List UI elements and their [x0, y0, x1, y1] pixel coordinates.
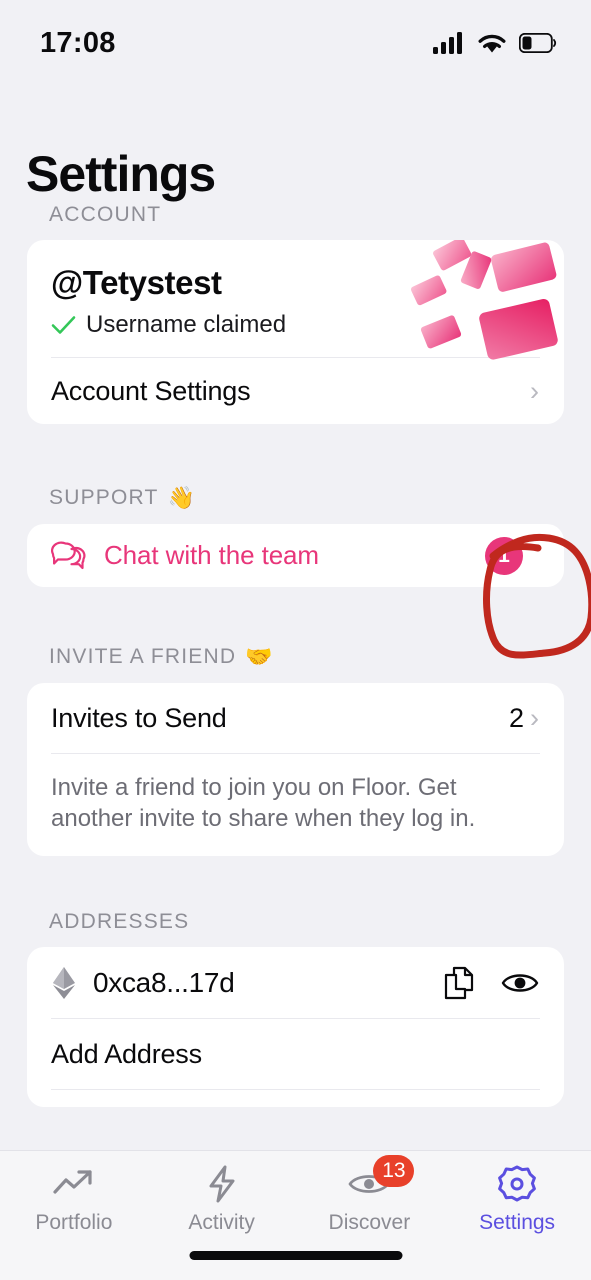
- wifi-icon: [478, 34, 506, 53]
- support-card: Chat with the team 1: [27, 524, 564, 587]
- waving-hand-icon: 👋: [167, 485, 195, 510]
- battery-low-icon: [519, 33, 557, 53]
- invites-to-send-row[interactable]: Invites to Send 2 ›: [27, 683, 564, 753]
- section-label-addresses: ADDRESSES: [0, 910, 591, 934]
- account-settings-row[interactable]: Account Settings ›: [27, 358, 564, 424]
- add-address-row[interactable]: Add Address: [27, 1019, 564, 1089]
- wallet-address-row[interactable]: 0xca8...17d: [27, 947, 564, 1018]
- account-card: @Tetystest Username claimed Account Sett…: [27, 240, 564, 424]
- section-label-support: SUPPORT 👋: [0, 485, 591, 511]
- support-unread-badge: 1: [485, 536, 523, 575]
- invite-description: Invite a friend to join you on Floor. Ge…: [51, 774, 476, 833]
- chevron-right-icon: ›: [530, 375, 539, 406]
- tab-portfolio-label: Portfolio: [35, 1211, 113, 1234]
- tab-settings-label: Settings: [479, 1211, 556, 1234]
- page-title: Settings: [26, 146, 216, 202]
- account-settings-label: Account Settings: [51, 375, 251, 406]
- handshake-icon: 🤝: [245, 644, 273, 669]
- tab-portfolio[interactable]: Portfolio: [0, 1165, 148, 1235]
- section-label-account: ACCOUNT: [0, 203, 591, 227]
- settings-scroll-area[interactable]: Settings ACCOUNT @Tetystest Username cla…: [0, 72, 591, 1280]
- section-label-invite: INVITE A FRIEND 🤝: [0, 644, 591, 670]
- section-label-invite-text: INVITE A FRIEND: [49, 645, 237, 668]
- cellular-signal-icon: [433, 32, 462, 54]
- gear-icon: [497, 1165, 537, 1203]
- tab-activity[interactable]: Activity: [148, 1165, 296, 1235]
- ethereum-icon: [53, 966, 75, 999]
- eye-icon[interactable]: [501, 969, 539, 997]
- chat-bubbles-icon: [51, 541, 86, 569]
- invites-to-send-label: Invites to Send: [51, 702, 227, 733]
- bottom-tab-bar: Portfolio Activity 13 Discover Settings: [0, 1150, 591, 1280]
- username-claimed-label: Username claimed: [86, 311, 287, 338]
- lightning-bolt-icon: [206, 1165, 238, 1203]
- wallet-address-value: 0xca8...17d: [93, 966, 235, 998]
- status-time: 17:08: [40, 26, 116, 59]
- trending-up-icon: [52, 1165, 96, 1203]
- tab-settings[interactable]: Settings: [443, 1165, 591, 1235]
- tab-discover-label: Discover: [328, 1211, 411, 1234]
- chat-with-team-label: Chat with the team: [104, 540, 319, 570]
- section-label-addresses-text: ADDRESSES: [49, 910, 190, 934]
- section-label-account-text: ACCOUNT: [49, 203, 162, 226]
- account-identity-block: @Tetystest Username claimed: [27, 240, 564, 360]
- status-icons: [433, 32, 557, 54]
- addresses-card: 0xca8...17d Add Address: [27, 947, 564, 1108]
- chat-with-team-row[interactable]: Chat with the team 1: [27, 524, 564, 587]
- wallet-address-actions: [443, 966, 539, 1000]
- discover-badge: 13: [373, 1155, 415, 1187]
- home-indicator: [189, 1251, 402, 1260]
- section-label-support-text: SUPPORT: [49, 486, 159, 509]
- green-check-icon: [51, 316, 76, 334]
- invite-card: Invites to Send 2 › Invite a friend to j…: [27, 683, 564, 857]
- tab-activity-label: Activity: [188, 1211, 255, 1234]
- add-address-label: Add Address: [51, 1038, 202, 1069]
- pink-cards-illustration: [410, 240, 558, 360]
- chevron-right-icon: ›: [530, 702, 539, 733]
- invites-to-send-count: 2: [508, 702, 524, 733]
- status-bar: 17:08: [0, 0, 591, 72]
- tab-discover[interactable]: 13 Discover: [296, 1155, 444, 1235]
- addresses-card-divider-2: [51, 1089, 540, 1091]
- copy-icon[interactable]: [443, 966, 475, 1000]
- settings-screen: 17:08 Settings ACCOUNT @Tetystest Userna…: [0, 0, 591, 1280]
- eye-icon: 13: [347, 1155, 415, 1203]
